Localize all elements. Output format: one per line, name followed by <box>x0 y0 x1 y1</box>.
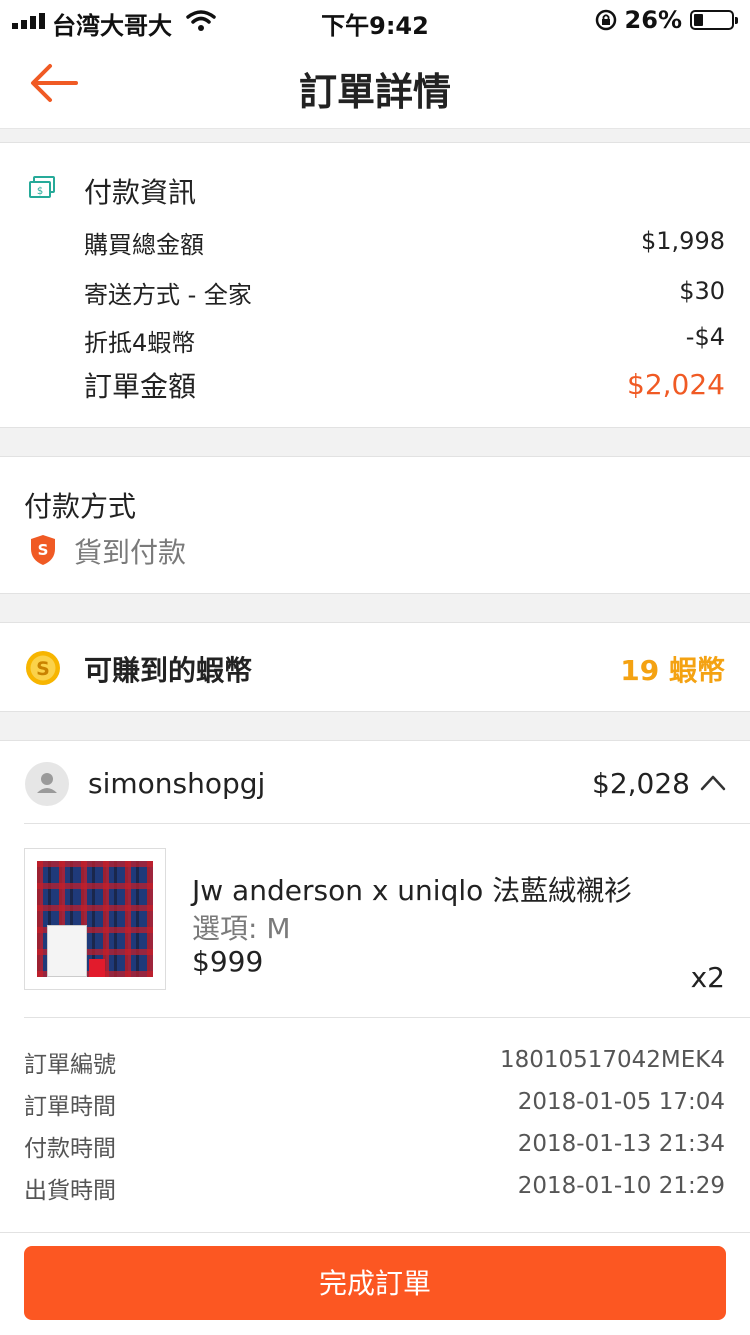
product-quantity: x2 <box>690 961 725 994</box>
page-title: 訂單詳情 <box>298 70 451 114</box>
shop-total: $2,028 <box>592 767 690 800</box>
shipping-label: 寄送方式 - 全家 <box>84 281 252 309</box>
coin-icon: S <box>26 651 60 685</box>
ship-time-value: 2018-01-10 21:29 <box>517 1173 725 1199</box>
order-number-value: 18010517042MEK4 <box>499 1047 725 1073</box>
order-number-label: 訂單編號 <box>24 1052 116 1078</box>
shopee-shield-icon: S <box>31 535 55 565</box>
shop-header[interactable]: simonshopgj $2,028 <box>0 741 750 823</box>
product-option: 選項: M <box>192 912 291 945</box>
ship-time-label: 出貨時間 <box>24 1178 116 1204</box>
product-tag <box>47 925 87 977</box>
coins-value: 19 蝦幣 <box>620 654 725 687</box>
order-total-label: 訂單金額 <box>84 370 197 403</box>
status-bar: 台湾大哥大 下午9:42 26% <box>0 0 750 42</box>
shop-divider <box>24 823 750 824</box>
order-time-label: 訂單時間 <box>24 1094 116 1120</box>
payment-time-value: 2018-01-13 21:34 <box>517 1131 725 1157</box>
coin-discount-label: 折抵4蝦幣 <box>84 329 196 357</box>
rotation-lock-icon <box>595 9 616 31</box>
chevron-up-icon[interactable] <box>700 771 726 793</box>
uniqlo-label <box>89 959 105 977</box>
product-photo <box>37 861 153 977</box>
subtotal-value: $1,998 <box>641 227 725 255</box>
svg-text:$: $ <box>37 186 43 197</box>
order-total-value: $2,024 <box>627 368 725 401</box>
payment-method-title: 付款方式 <box>24 490 137 523</box>
order-time-value: 2018-01-05 17:04 <box>517 1089 725 1115</box>
payment-method-card: 付款方式 S 貨到付款 <box>0 456 750 594</box>
coins-card: S 可賺到的蝦幣 19 蝦幣 <box>0 622 750 712</box>
subtotal-label: 購買總金額 <box>84 231 204 259</box>
avatar <box>25 762 69 806</box>
complete-order-button[interactable]: 完成訂單 <box>24 1246 726 1320</box>
coins-label: 可賺到的蝦幣 <box>84 654 253 687</box>
product-name[interactable]: Jw anderson x uniqlo 法藍絨襯衫 <box>192 869 632 909</box>
status-right: 26% <box>595 6 738 34</box>
payment-time-label: 付款時間 <box>24 1136 116 1162</box>
payment-method-value: 貨到付款 <box>74 536 187 569</box>
product-price: $999 <box>192 945 264 978</box>
product-image[interactable] <box>24 848 166 990</box>
shipping-value: $30 <box>679 277 725 305</box>
coin-discount-value: -$4 <box>685 323 725 351</box>
shop-name: simonshopgj <box>88 767 266 800</box>
payment-info-card: $ 付款資訊 購買總金額 $1,998 寄送方式 - 全家 $30 折抵4蝦幣 … <box>0 142 750 428</box>
svg-text:S: S <box>38 541 49 559</box>
battery-icon <box>690 10 738 30</box>
payment-info-title: 付款資訊 <box>84 176 197 209</box>
battery-percent: 26% <box>624 6 682 34</box>
money-icon: $ <box>29 176 55 198</box>
svg-text:S: S <box>36 658 50 680</box>
product-divider <box>24 1017 750 1018</box>
navigation-bar: 訂單詳情 <box>0 42 750 129</box>
